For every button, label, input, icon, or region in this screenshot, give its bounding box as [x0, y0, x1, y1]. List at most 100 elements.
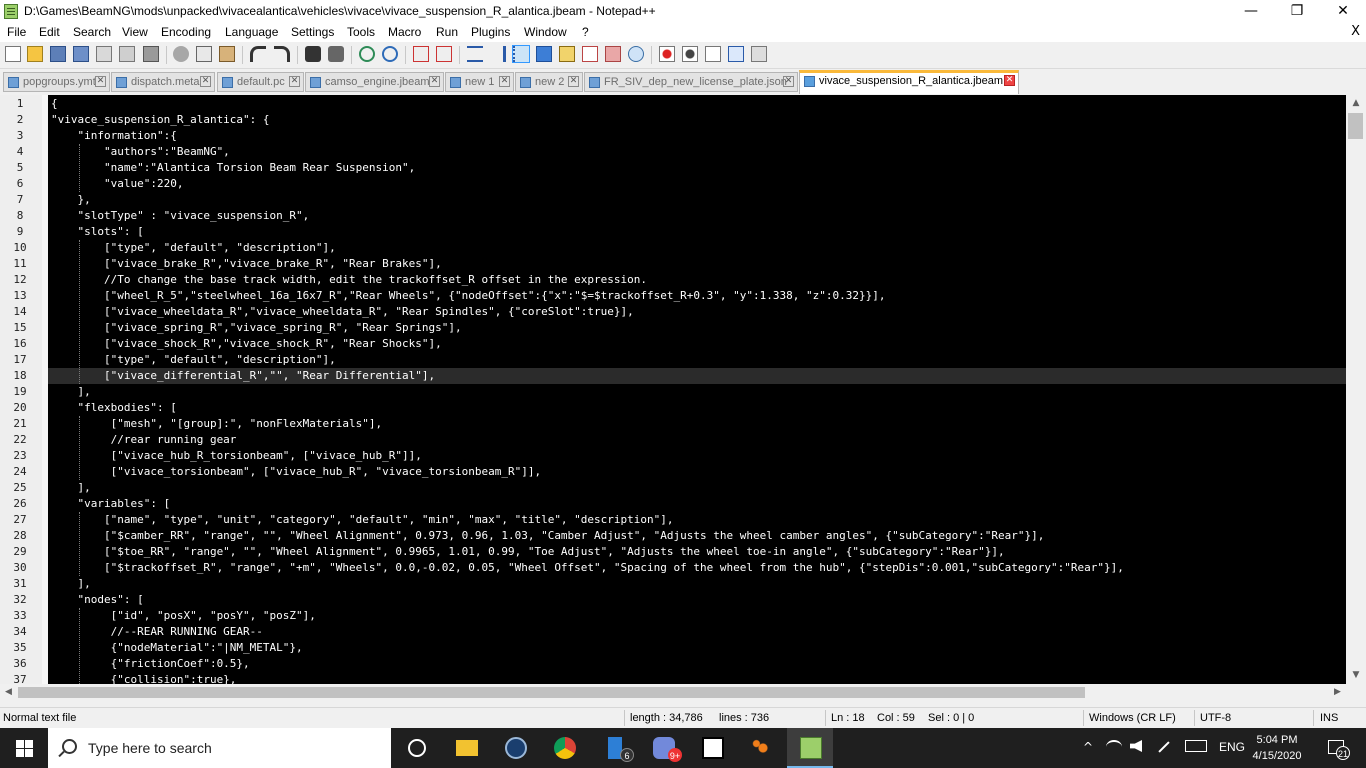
tab-camso-engine[interactable]: camso_engine.jbeam ✕ — [305, 72, 444, 92]
tab-close-icon[interactable]: ✕ — [783, 76, 794, 87]
code-text[interactable]: ["name", "type", "unit", "category", "de… — [51, 512, 674, 528]
notepadpp-app-icon[interactable] — [4, 4, 18, 19]
status-column[interactable]: Col : 59 — [877, 712, 915, 724]
7zip-icon[interactable] — [689, 728, 735, 768]
code-text[interactable]: {"nodeMaterial":"|NM_METAL"}, — [51, 640, 303, 656]
code-line[interactable]: 30 ["$trackoffset_R", "range", "+m", "Wh… — [13, 560, 1346, 576]
taskbar-search-box[interactable]: Type here to search — [48, 728, 391, 768]
code-text[interactable]: ["vivace_spring_R","vivace_spring_R", "R… — [51, 320, 462, 336]
show-hidden-icons-icon[interactable]: ^ — [1083, 740, 1093, 754]
find-icon[interactable] — [305, 46, 321, 62]
code-text[interactable]: "value":220, — [51, 176, 183, 192]
status-eol[interactable]: Windows (CR LF) — [1089, 712, 1176, 724]
notepadpp-icon[interactable] — [787, 728, 833, 768]
zoom-out-icon[interactable] — [382, 46, 398, 62]
indent-guide-icon[interactable] — [512, 45, 530, 63]
tab-dispatch-meta[interactable]: dispatch.meta ✕ — [111, 72, 215, 92]
steam-icon[interactable] — [492, 728, 538, 768]
code-line[interactable]: 18 ["vivace_differential_R","", "Rear Di… — [13, 368, 1346, 384]
code-line[interactable]: 19 ], — [13, 384, 1346, 400]
code-line[interactable]: 16 ["vivace_shock_R","vivace_shock_R", "… — [13, 336, 1346, 352]
notification-center-icon[interactable]: 21 — [1318, 728, 1358, 768]
code-text[interactable]: "information":{ — [51, 128, 176, 144]
code-text[interactable]: ["id", "posX", "posY", "posZ"], — [51, 608, 316, 624]
tab-close-icon[interactable]: ✕ — [1004, 75, 1015, 86]
redo-icon[interactable] — [274, 46, 290, 62]
code-text[interactable]: "slots": [ — [51, 224, 143, 240]
menu-language[interactable]: Language — [225, 25, 278, 39]
code-line[interactable]: 22 //rear running gear — [13, 432, 1346, 448]
tab-new-2[interactable]: new 2 ✕ — [515, 72, 583, 92]
status-selection[interactable]: Sel : 0 | 0 — [928, 712, 974, 724]
scroll-right-arrow[interactable]: ▶ — [1329, 684, 1346, 701]
code-text[interactable]: //To change the base track width, edit t… — [51, 272, 647, 288]
tab-fr-siv-license-plate[interactable]: FR_SIV_dep_new_license_plate.json ✕ — [584, 72, 798, 92]
horizontal-scroll-thumb[interactable] — [18, 687, 1085, 698]
menu-tools[interactable]: Tools — [347, 25, 375, 39]
code-line[interactable]: 32 "nodes": [ — [13, 592, 1346, 608]
code-line[interactable]: 11 ["vivace_brake_R","vivace_brake_R", "… — [13, 256, 1346, 272]
menu-macro[interactable]: Macro — [388, 25, 421, 39]
horizontal-scrollbar[interactable]: ◀ ▶ — [0, 684, 1346, 701]
code-line[interactable]: 37 {"collision":true}, — [13, 672, 1346, 684]
code-text[interactable]: "authors":"BeamNG", — [51, 144, 230, 160]
code-line[interactable]: 21 ["mesh", "[group]:", "nonFlexMaterial… — [13, 416, 1346, 432]
code-line[interactable]: 34 //--REAR RUNNING GEAR-- — [13, 624, 1346, 640]
code-line[interactable]: 8 "slotType" : "vivace_suspension_R", — [17, 208, 1346, 224]
code-text[interactable]: ["wheel_R_5","steelwheel_16a_16x7_R","Re… — [51, 288, 885, 304]
code-line[interactable]: 20 "flexbodies": [ — [13, 400, 1346, 416]
code-line[interactable]: 33 ["id", "posX", "posY", "posZ"], — [13, 608, 1346, 624]
folder-as-workspace-icon[interactable] — [605, 46, 621, 62]
clock[interactable]: 5:04 PM 4/15/2020 — [1244, 732, 1310, 764]
code-line[interactable]: 9 "slots": [ — [17, 224, 1346, 240]
wifi-icon[interactable] — [1106, 740, 1122, 754]
new-file-icon[interactable] — [5, 46, 21, 62]
code-text[interactable]: "flexbodies": [ — [51, 400, 176, 416]
status-line[interactable]: Ln : 18 — [831, 712, 865, 724]
paste-icon[interactable] — [219, 46, 235, 62]
show-all-characters-icon[interactable] — [490, 46, 506, 62]
code-text[interactable]: "variables": [ — [51, 496, 170, 512]
app-icon[interactable] — [739, 728, 785, 768]
code-line[interactable]: 2 "vivace_suspension_R_alantica": { — [17, 112, 1346, 128]
vertical-scroll-thumb[interactable] — [1348, 113, 1363, 139]
run-macro-multiple-icon[interactable] — [728, 46, 744, 62]
code-text[interactable]: ["vivace_hub_R_torsionbeam", ["vivace_hu… — [51, 448, 422, 464]
menu-view[interactable]: View — [122, 25, 148, 39]
code-line[interactable]: 25 ], — [13, 480, 1346, 496]
code-text[interactable]: ["vivace_differential_R","", "Rear Diffe… — [51, 368, 435, 384]
code-text[interactable]: ["mesh", "[group]:", "nonFlexMaterials"]… — [51, 416, 383, 432]
code-line[interactable]: 26 "variables": [ — [13, 496, 1346, 512]
code-editor[interactable]: 1{2 "vivace_suspension_R_alantica": {3 "i… — [0, 95, 1346, 684]
code-line[interactable]: 10 ["type", "default", "description"], — [13, 240, 1346, 256]
print-icon[interactable] — [143, 46, 159, 62]
menu-window[interactable]: Window — [524, 25, 567, 39]
code-line[interactable]: 6 "value":220, — [17, 176, 1346, 192]
code-line[interactable]: 12 //To change the base track width, edi… — [13, 272, 1346, 288]
phone-app-icon[interactable]: 6 — [592, 728, 638, 768]
menu-plugins[interactable]: Plugins — [471, 25, 510, 39]
save-icon[interactable] — [50, 46, 66, 62]
code-text[interactable]: ["$toe_RR", "range", "", "Wheel Alignmen… — [51, 544, 1005, 560]
replace-icon[interactable] — [328, 46, 344, 62]
zoom-in-icon[interactable] — [359, 46, 375, 62]
status-encoding[interactable]: UTF-8 — [1200, 712, 1231, 724]
status-insert-mode[interactable]: INS — [1320, 712, 1338, 724]
keyboard-icon[interactable] — [1185, 740, 1207, 752]
code-line[interactable]: 28 ["$camber_RR", "range", "", "Wheel Al… — [13, 528, 1346, 544]
code-line[interactable]: 1{ — [17, 96, 1346, 112]
code-line[interactable]: 35 {"nodeMaterial":"|NM_METAL"}, — [13, 640, 1346, 656]
copy-icon[interactable] — [196, 46, 212, 62]
code-text[interactable]: ["vivace_shock_R","vivace_shock_R", "Rea… — [51, 336, 442, 352]
close-window-button[interactable]: ✕ — [1320, 0, 1366, 23]
volume-icon[interactable] — [1130, 740, 1142, 752]
pen-icon[interactable] — [1158, 741, 1170, 753]
code-line[interactable]: 13 ["wheel_R_5","steelwheel_16a_16x7_R",… — [13, 288, 1346, 304]
code-text[interactable]: "slotType" : "vivace_suspension_R", — [51, 208, 309, 224]
code-line[interactable]: 36 {"frictionCoef":0.5}, — [13, 656, 1346, 672]
playback-macro-icon[interactable] — [705, 46, 721, 62]
tab-close-icon[interactable]: ✕ — [95, 76, 106, 87]
close-icon[interactable] — [96, 46, 112, 62]
tab-new-1[interactable]: new 1 ✕ — [445, 72, 514, 92]
language-define-icon[interactable] — [536, 46, 552, 62]
